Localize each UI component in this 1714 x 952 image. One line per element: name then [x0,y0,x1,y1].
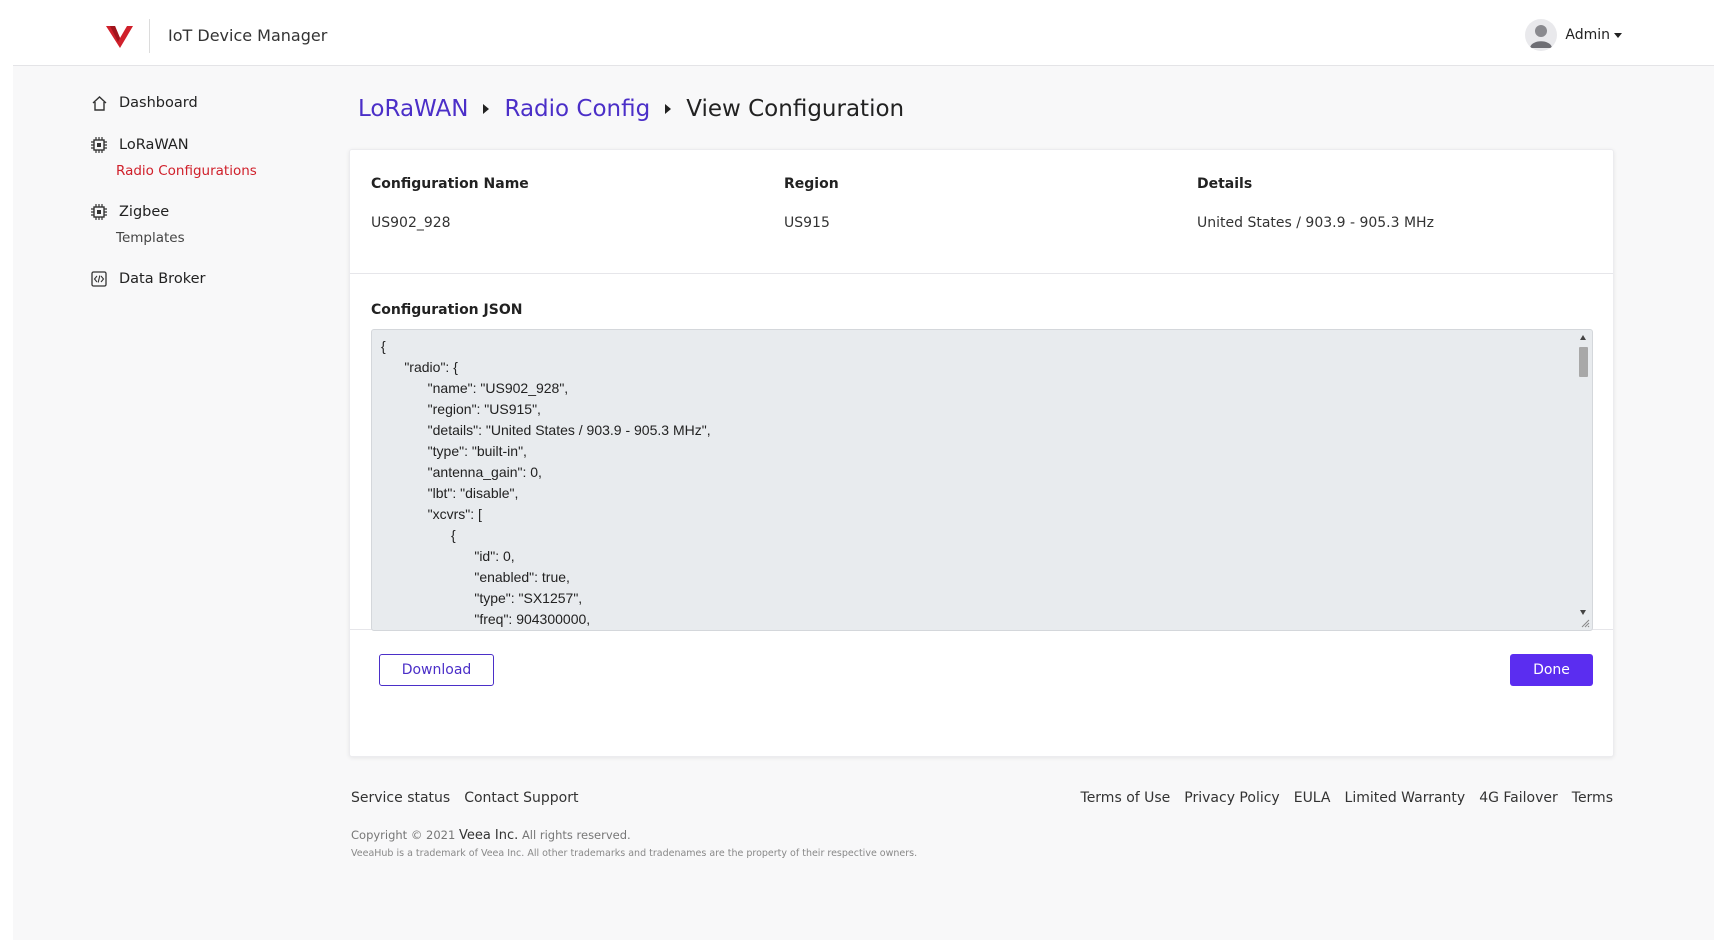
configuration-card: Configuration Name US902_928 Region US91… [349,149,1614,757]
sidebar-item-lorawan[interactable]: LoRaWAN [90,134,340,156]
chevron-right-icon [665,104,672,114]
footer-link-terms-of-use[interactable]: Terms of Use [1081,790,1171,806]
sidebar: Dashboard LoRaWAN Radio Configurations Z… [90,92,340,310]
user-menu[interactable]: Admin [1525,19,1622,51]
region-header: Region [784,176,839,192]
sidebar-subitem-templates[interactable]: Templates [116,230,340,248]
breadcrumb-radio-config[interactable]: Radio Config [504,96,650,122]
card-actions: Download Done [350,630,1613,758]
footer-link-limited-warranty[interactable]: Limited Warranty [1345,790,1466,806]
config-summary: Configuration Name US902_928 Region US91… [350,150,1613,274]
footer-link-4g-failover[interactable]: 4G Failover [1479,790,1558,806]
footer-link-contact-support[interactable]: Contact Support [464,790,578,806]
sidebar-item-label: Data Broker [119,271,206,287]
config-name-column: Configuration Name US902_928 [371,176,529,231]
footer-link-privacy-policy[interactable]: Privacy Policy [1184,790,1279,806]
footer-link-service-status[interactable]: Service status [351,790,450,806]
json-scrollbar[interactable] [1577,333,1590,625]
details-header: Details [1197,176,1253,192]
footer-link-terms[interactable]: Terms [1572,790,1613,806]
chevron-right-icon [483,104,490,114]
download-button[interactable]: Download [379,654,494,686]
config-json-section: Configuration JSON { "radio": { "name": … [350,274,1613,631]
home-icon [90,94,108,112]
done-button[interactable]: Done [1510,654,1593,686]
config-json-content: { "radio": { "name": "US902_928", "regio… [381,338,711,627]
sidebar-item-data-broker[interactable]: Data Broker [90,268,340,290]
chevron-down-icon [1614,32,1622,38]
details-value: United States / 903.9 - 905.3 MHz [1197,215,1434,231]
config-name-header: Configuration Name [371,176,529,192]
breadcrumb-lorawan[interactable]: LoRaWAN [358,96,468,122]
code-box-icon [90,270,108,288]
sidebar-item-label: LoRaWAN [119,137,189,153]
scroll-up-icon[interactable] [1580,335,1586,340]
copyright-brand: Veea Inc. [458,828,519,843]
footer-link-eula[interactable]: EULA [1294,790,1331,806]
page-title: View Configuration [686,96,905,122]
region-column: Region US915 [784,176,839,231]
footer-links-right: Terms of Use Privacy Policy EULA Limited… [1081,790,1613,806]
top-header: IoT Device Manager Admin [13,0,1714,66]
footer-links-left: Service status Contact Support [351,790,578,806]
copyright-prefix: Copyright © 2021 [351,828,456,842]
region-value: US915 [784,215,830,231]
resize-grip-icon[interactable] [1580,618,1590,628]
sidebar-item-label: Dashboard [119,95,198,111]
config-json-textarea[interactable]: { "radio": { "name": "US902_928", "regio… [371,329,1593,631]
sidebar-item-zigbee[interactable]: Zigbee [90,201,340,223]
config-json-label: Configuration JSON [371,302,523,318]
scroll-down-icon[interactable] [1580,610,1586,615]
avatar-icon [1525,19,1558,51]
copyright-suffix: All rights reserved. [521,828,631,842]
logo-divider [149,19,150,53]
copyright: Copyright © 2021 Veea Inc. All rights re… [351,828,631,843]
veea-logo-icon[interactable] [106,26,133,48]
app-title: IoT Device Manager [168,26,328,45]
chip-icon [90,203,108,221]
sidebar-subitem-radio-configurations[interactable]: Radio Configurations [116,163,340,181]
details-column: Details United States / 903.9 - 905.3 MH… [1197,176,1434,231]
trademark-notice: VeeaHub is a trademark of Veea Inc. All … [351,848,918,859]
config-name-value: US902_928 [371,215,451,231]
sidebar-item-dashboard[interactable]: Dashboard [90,92,340,114]
sidebar-item-label: Zigbee [119,204,170,220]
breadcrumb: LoRaWAN Radio Config View Configuration [358,96,904,122]
chip-icon [90,136,108,154]
scroll-thumb[interactable] [1579,347,1588,377]
user-name: Admin [1565,27,1610,43]
